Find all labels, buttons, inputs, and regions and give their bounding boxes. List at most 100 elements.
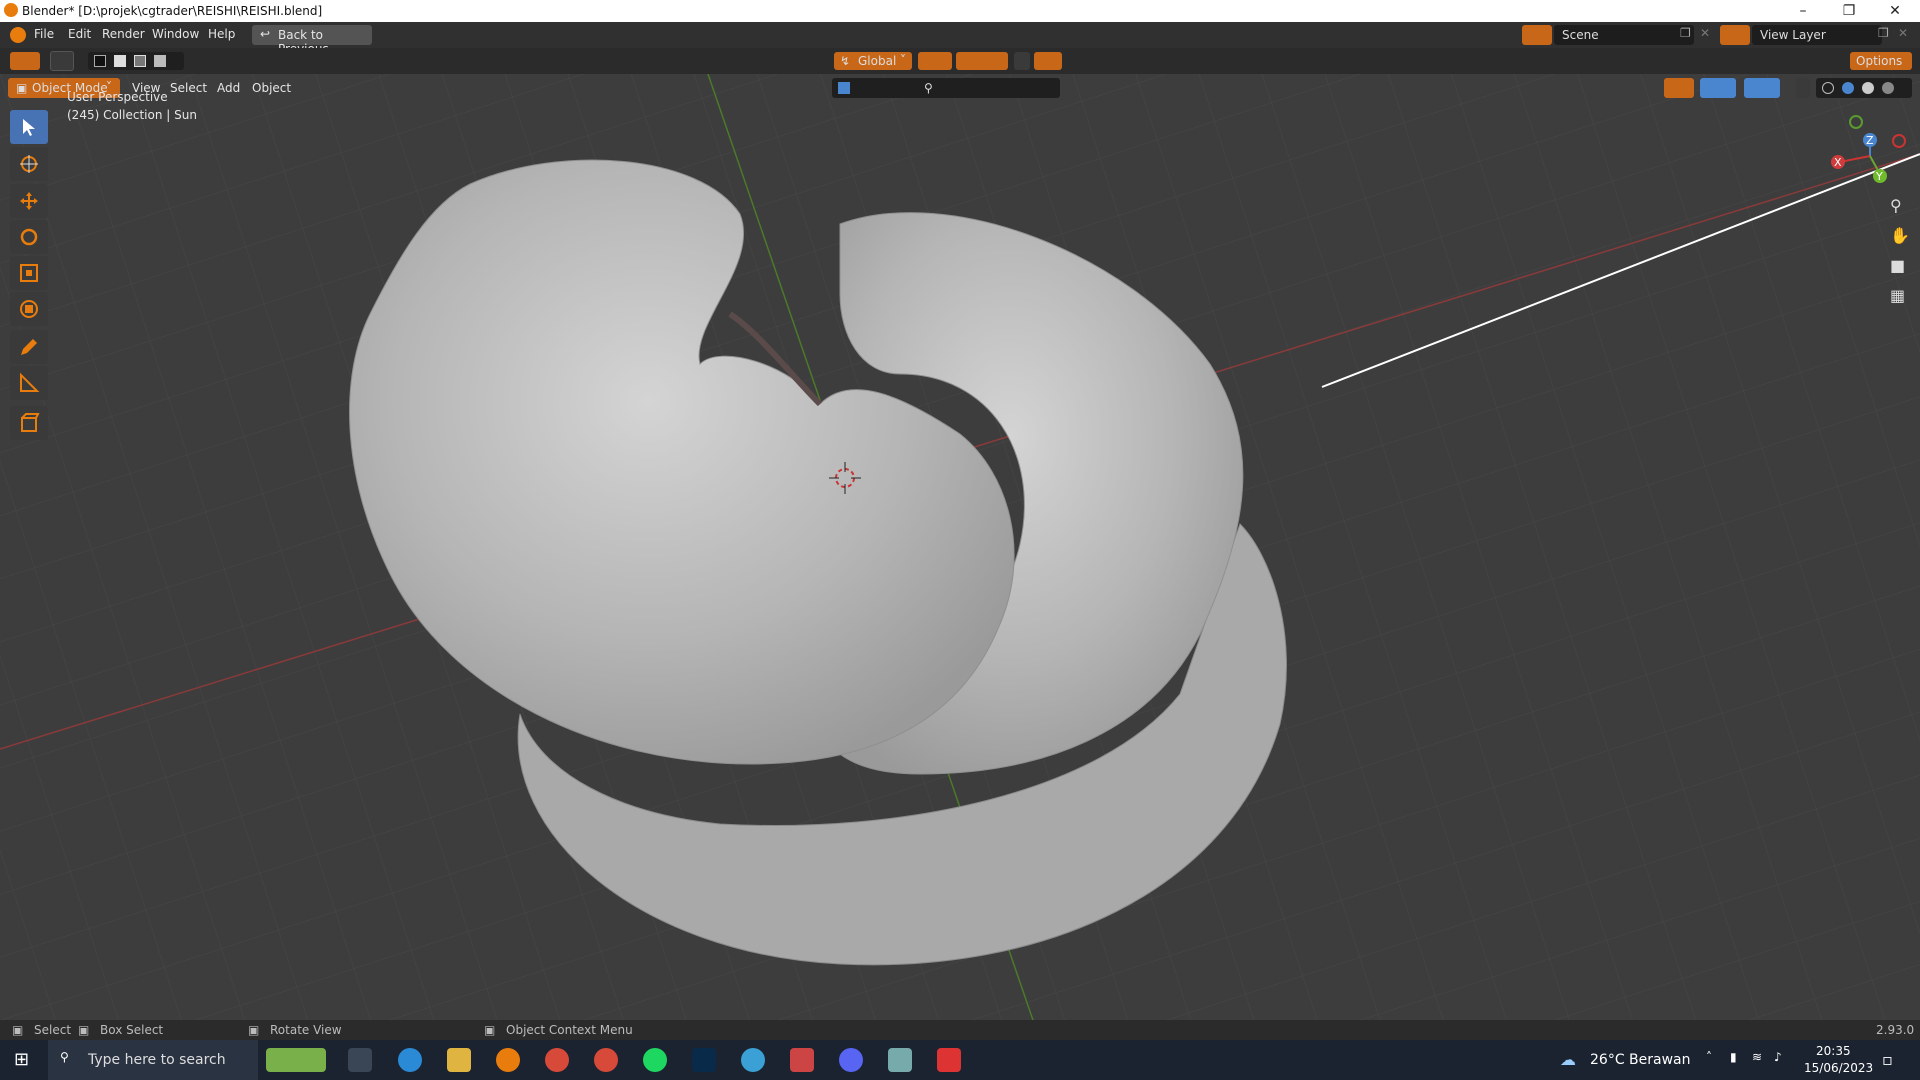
menu-window[interactable]: Window [152,27,199,41]
blender-version: 2.93.0 [1876,1023,1915,1037]
tray-chevron-icon[interactable]: ˄ [1706,1050,1712,1064]
menu-help[interactable]: Help [208,27,235,41]
minimize-button[interactable]: – [1780,0,1826,22]
gizmo-x-label: X [1834,156,1842,169]
transform-tool[interactable] [10,292,48,326]
edge-browser-icon[interactable] [398,1048,422,1072]
weather-text[interactable]: 26°C Berawan [1590,1052,1691,1068]
scene-selector-icon[interactable] [1522,25,1552,45]
scene-copy-icon[interactable]: ❐ [1680,26,1691,40]
volume-icon[interactable]: ♪ [1774,1050,1782,1064]
add-cube-icon [21,413,40,432]
status-bar: ▣ Select ▣ Box Select ▣ Rotate View ▣ Ob… [0,1020,1920,1040]
blender-menu-icon[interactable] [10,27,26,43]
task-view-icon[interactable] [348,1048,372,1072]
viewport-scene[interactable] [0,74,1920,1026]
close-button[interactable]: ✕ [1872,0,1918,22]
menu-render[interactable]: Render [102,27,145,41]
shading-mode-buttons[interactable] [1816,78,1912,98]
rotate-tool[interactable] [10,220,48,254]
measure-tool[interactable] [10,366,48,400]
visibility-icon[interactable] [1664,78,1694,98]
menu-file[interactable]: File [34,27,54,41]
annotate-tool[interactable] [10,330,48,364]
spotify-icon[interactable] [643,1048,667,1072]
3d-viewport[interactable]: Z X Y ▣ Object Mode ˅ View Select Add Ob… [0,74,1920,1026]
zoom-icon[interactable]: ⚲ [1890,196,1902,215]
wifi-icon[interactable]: ≋ [1752,1050,1762,1064]
menu-edit[interactable]: Edit [68,27,91,41]
view-layer-field[interactable]: View Layer [1752,25,1882,45]
status-context-menu: Object Context Menu [506,1023,633,1037]
app-2-icon[interactable] [888,1048,912,1072]
orientation-icon: ↯ [840,54,851,68]
clock-date[interactable]: 15/06/2023 [1804,1061,1873,1075]
xray-toggle-icon[interactable] [1796,78,1810,98]
viewport-header-tools: ↯ Global ˅ Options [0,48,1920,74]
viewport-menu-select[interactable]: Select [170,81,207,95]
viewport-menu-object[interactable]: Object [252,81,291,95]
notifications-icon[interactable]: ▫ [1882,1050,1893,1069]
gizmo-y-label: Y [1876,170,1883,183]
photoshop-icon[interactable] [692,1048,716,1072]
top-menu-bar: File Edit Render Window Help ↩ Back to P… [0,22,1920,56]
cursor-tool[interactable] [10,147,48,181]
search-icon: ⚲ [60,1050,69,1064]
mouse-left-icon: ▣ [12,1023,24,1037]
view-perspective-label: User Perspective [67,90,168,104]
discord-icon[interactable] [839,1048,863,1072]
scale-tool[interactable] [10,256,48,290]
blender-taskbar-icon[interactable] [496,1048,520,1072]
viewport-menu-add[interactable]: Add [217,81,240,95]
mouse-right-icon: ▣ [484,1023,496,1037]
editor-type-icon[interactable] [10,52,40,70]
options-dropdown[interactable]: Options [1850,52,1912,70]
search-highlight-icon[interactable] [266,1048,326,1072]
gizmo-toggle-icon[interactable] [1700,78,1736,98]
battery-icon[interactable]: ▮ [1730,1050,1737,1064]
scene-field[interactable]: Scene [1554,25,1694,45]
view-layer-remove-icon[interactable]: ✕ [1898,26,1908,40]
view-layer-selector-icon[interactable] [1720,25,1750,45]
chrome-icon[interactable] [545,1048,569,1072]
back-icon: ↩ [260,27,271,41]
pan-hand-icon[interactable]: ✋ [1890,226,1910,245]
status-box-select: Box Select [100,1023,164,1037]
options-label: Options [1856,54,1903,68]
windows-start-icon[interactable]: ⊞ [14,1049,29,1070]
transform-icon [20,300,38,318]
view-layer-copy-icon[interactable]: ❐ [1878,26,1889,40]
maximize-button[interactable]: ❐ [1826,0,1872,22]
scene-remove-icon[interactable]: ✕ [1700,26,1710,40]
weather-icon: ☁ [1560,1050,1576,1069]
window-title: Blender* [D:\projek\cgtrader\REISHI\REIS… [22,4,323,18]
add-cube-tool[interactable] [10,406,48,440]
status-rotate-view: Rotate View [270,1023,342,1037]
camera-icon[interactable]: ■ [1890,256,1905,275]
snap-toggle-icon[interactable] [956,52,1008,70]
selection-mode-buttons[interactable] [88,52,184,70]
app-3-icon[interactable] [937,1048,961,1072]
move-tool[interactable] [10,184,48,218]
search-icon[interactable]: ⚲ [924,81,933,95]
back-to-previous-button[interactable]: ↩ Back to Previous [252,25,372,56]
overlays-toggle-icon[interactable] [1744,78,1780,98]
select-mode-icon[interactable] [50,51,74,71]
proportional-edit-icon[interactable] [1014,52,1030,70]
taskbar-search-box[interactable]: ⚲ Type here to search [48,1040,258,1080]
app-icon[interactable] [790,1048,814,1072]
chrome-app-icon[interactable] [741,1048,765,1072]
falloff-icon[interactable] [1034,52,1062,70]
clock-time[interactable]: 20:35 [1816,1044,1851,1058]
grid-view-icon[interactable]: ▦ [1890,286,1905,305]
pivot-point-icon[interactable] [918,52,952,70]
window-titlebar: Blender* [D:\projek\cgtrader\REISHI\REIS… [0,0,1920,22]
select-box-tool[interactable] [10,110,48,144]
search-placeholder: Type here to search [88,1052,226,1068]
overlay-filter-bar[interactable]: ⚲ [832,78,1060,98]
status-select: Select [34,1023,72,1037]
file-explorer-icon[interactable] [447,1048,471,1072]
transform-orientation-dropdown[interactable]: ↯ Global ˅ [834,52,912,70]
chrome-profile-icon[interactable] [594,1048,618,1072]
cursor-arrow-icon [23,119,35,136]
